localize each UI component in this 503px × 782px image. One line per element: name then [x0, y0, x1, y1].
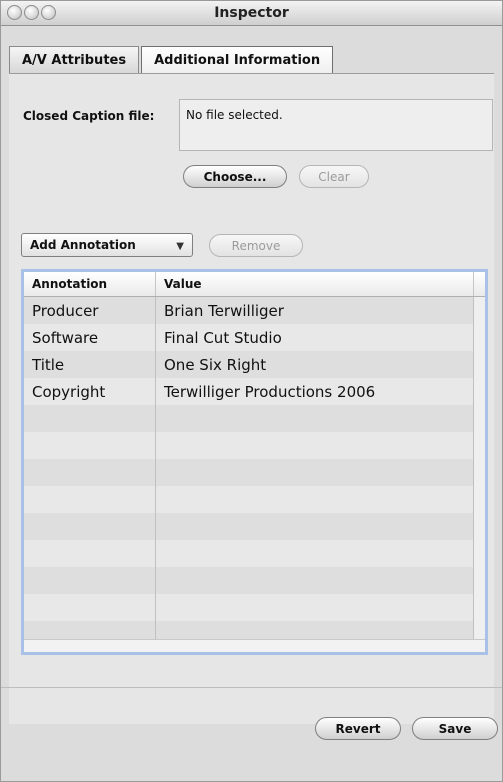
- choose-button[interactable]: Choose...: [183, 165, 287, 188]
- scrollbar-track[interactable]: [474, 594, 485, 621]
- table-row[interactable]: Copyright Terwilliger Productions 2006: [24, 378, 485, 405]
- table-header: Annotation Value: [24, 272, 485, 297]
- table-horizontal-scrollbar[interactable]: [24, 639, 485, 652]
- annotation-cell[interactable]: [24, 486, 156, 513]
- value-cell[interactable]: [156, 405, 474, 432]
- closed-caption-file-field: No file selected.: [179, 99, 493, 151]
- value-cell[interactable]: [156, 432, 474, 459]
- title-bar[interactable]: Inspector: [1, 1, 502, 26]
- column-header-spacer: [474, 272, 485, 296]
- table-row[interactable]: [24, 405, 485, 432]
- bottom-separator: [1, 687, 502, 688]
- save-button[interactable]: Save: [412, 717, 498, 740]
- add-annotation-popup[interactable]: Add Annotation ▼: [21, 233, 193, 257]
- add-annotation-label: Add Annotation: [30, 238, 136, 252]
- table-row[interactable]: [24, 432, 485, 459]
- value-cell[interactable]: Final Cut Studio: [156, 324, 474, 351]
- scrollbar-track[interactable]: [474, 324, 485, 351]
- scrollbar-track[interactable]: [474, 405, 485, 432]
- table-row[interactable]: Title One Six Right: [24, 351, 485, 378]
- annotations-table[interactable]: Annotation Value Producer Brian Terwilli…: [21, 269, 488, 655]
- scrollbar-track[interactable]: [474, 432, 485, 459]
- scrollbar-track[interactable]: [474, 513, 485, 540]
- scrollbar-track[interactable]: [474, 351, 485, 378]
- value-cell[interactable]: [156, 594, 474, 621]
- scrollbar-track[interactable]: [474, 486, 485, 513]
- chevron-down-icon: ▼: [176, 241, 184, 252]
- clear-button[interactable]: Clear: [299, 165, 369, 188]
- value-cell[interactable]: [156, 540, 474, 567]
- annotation-cell[interactable]: [24, 567, 156, 594]
- value-cell[interactable]: Brian Terwilliger: [156, 297, 474, 324]
- value-cell[interactable]: [156, 567, 474, 594]
- table-row[interactable]: [24, 459, 485, 486]
- annotation-cell[interactable]: Copyright: [24, 378, 156, 405]
- annotation-cell[interactable]: Title: [24, 351, 156, 378]
- value-cell[interactable]: [156, 486, 474, 513]
- annotation-cell[interactable]: Software: [24, 324, 156, 351]
- closed-caption-label: Closed Caption file:: [23, 109, 155, 123]
- annotation-cell[interactable]: [24, 513, 156, 540]
- annotation-cell[interactable]: [24, 459, 156, 486]
- annotation-cell[interactable]: [24, 540, 156, 567]
- table-row[interactable]: [24, 594, 485, 621]
- scrollbar-track[interactable]: [474, 567, 485, 594]
- value-cell[interactable]: One Six Right: [156, 351, 474, 378]
- table-row[interactable]: Producer Brian Terwilliger: [24, 297, 485, 324]
- column-header-annotation[interactable]: Annotation: [24, 272, 156, 296]
- scrollbar-track[interactable]: [474, 459, 485, 486]
- table-row[interactable]: [24, 567, 485, 594]
- value-cell[interactable]: [156, 459, 474, 486]
- tab-additional-information[interactable]: Additional Information: [141, 46, 334, 73]
- tab-av-attributes[interactable]: A/V Attributes: [9, 46, 140, 73]
- annotation-cell[interactable]: [24, 594, 156, 621]
- revert-button[interactable]: Revert: [315, 717, 401, 740]
- table-row[interactable]: [24, 540, 485, 567]
- table-row[interactable]: [24, 486, 485, 513]
- scrollbar-track[interactable]: [474, 540, 485, 567]
- table-row[interactable]: [24, 513, 485, 540]
- remove-button[interactable]: Remove: [209, 234, 303, 257]
- window-title: Inspector: [214, 5, 289, 21]
- scrollbar-track[interactable]: [474, 378, 485, 405]
- table-body: Producer Brian Terwilliger Software Fina…: [24, 297, 485, 648]
- scrollbar-track[interactable]: [474, 297, 485, 324]
- inspector-window: Inspector A/V Attributes Additional Info…: [0, 0, 503, 782]
- annotation-cell[interactable]: Producer: [24, 297, 156, 324]
- value-cell[interactable]: [156, 513, 474, 540]
- table-row[interactable]: Software Final Cut Studio: [24, 324, 485, 351]
- annotation-cell[interactable]: [24, 432, 156, 459]
- annotation-cell[interactable]: [24, 405, 156, 432]
- tab-bar: A/V Attributes Additional Information: [9, 46, 334, 73]
- value-cell[interactable]: Terwilliger Productions 2006: [156, 378, 474, 405]
- column-header-value[interactable]: Value: [156, 272, 474, 296]
